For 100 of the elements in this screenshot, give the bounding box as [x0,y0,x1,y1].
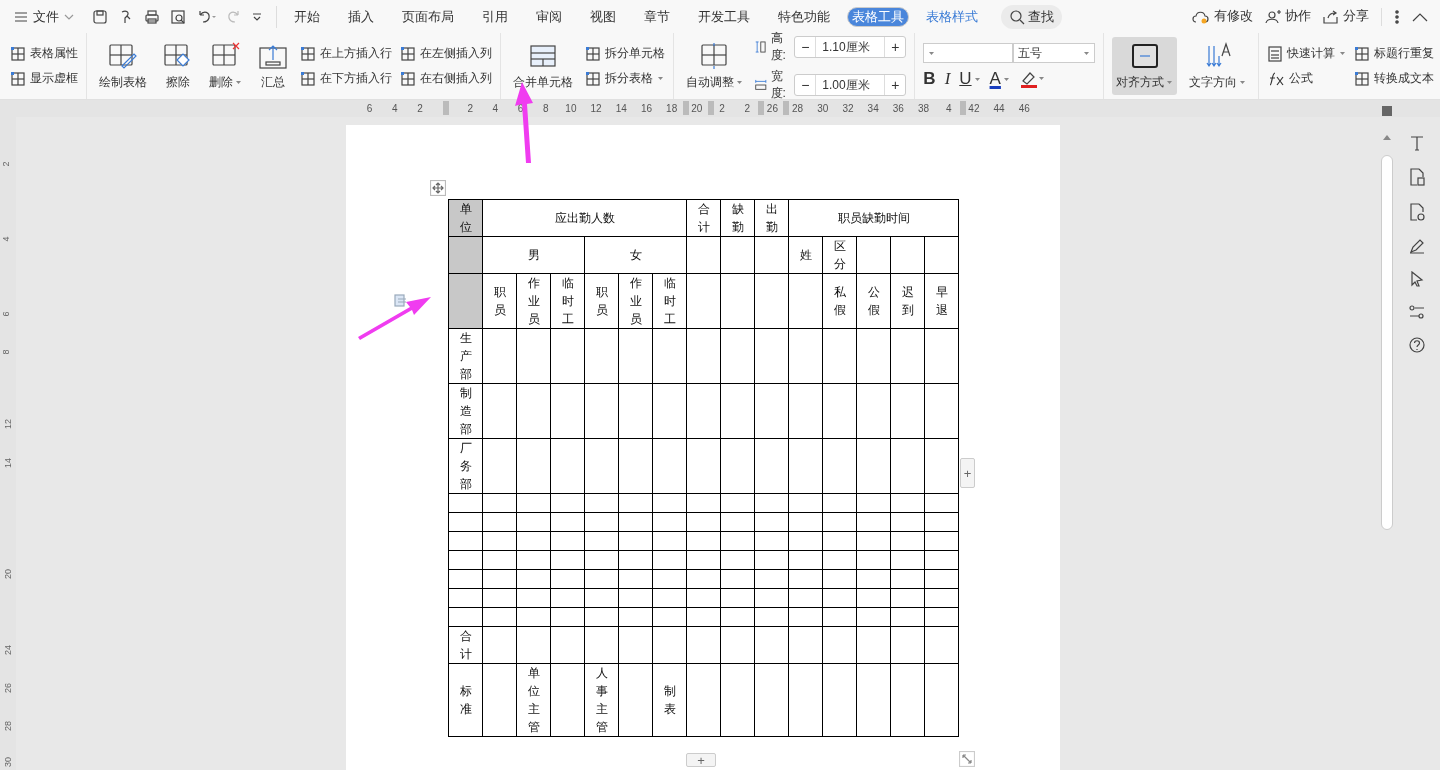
table-cell[interactable] [652,607,687,627]
table-cell[interactable] [890,531,925,551]
table-cell[interactable] [788,607,823,627]
menu-tab[interactable]: 特色功能 [767,4,841,29]
table-cell[interactable] [720,273,755,329]
table-cell[interactable] [788,550,823,570]
table-cell[interactable] [686,531,721,551]
table-cell[interactable] [856,626,891,664]
ribbon-button[interactable]: 在下方插入行 [300,70,392,87]
table-cell[interactable] [788,626,823,664]
table-cell[interactable] [482,493,517,513]
table-cell[interactable] [584,607,619,627]
table-cell[interactable] [550,607,585,627]
text-icon[interactable] [1409,135,1425,151]
table-cell[interactable] [448,493,483,513]
table-cell[interactable] [856,607,891,627]
cursor-icon[interactable] [1409,271,1425,287]
table-cell[interactable] [788,438,823,494]
table-cell[interactable] [754,550,789,570]
table-cell[interactable] [584,531,619,551]
more-icon[interactable] [1394,9,1400,24]
decrease-button[interactable]: − [795,39,816,55]
table-cell[interactable] [720,550,755,570]
ribbon-button[interactable]: 表格属性 [10,45,78,62]
table-cell[interactable] [924,236,959,274]
table-cell[interactable]: 合计 [448,626,483,664]
scrollbar-thumb[interactable] [1381,155,1393,530]
decrease-button[interactable]: − [795,77,816,93]
table-cell[interactable] [584,493,619,513]
table-cell[interactable] [720,328,755,384]
print-preview-icon[interactable] [170,8,186,25]
ruler-marker[interactable] [443,101,449,115]
table-cell[interactable] [788,383,823,439]
table-cell[interactable] [924,531,959,551]
table-cell[interactable] [754,493,789,513]
ribbon-button[interactable]: 在左侧插入列 [400,45,492,62]
ribbon-button[interactable]: 拆分表格 [585,70,665,87]
ruler-marker[interactable] [683,101,689,115]
highlighter-icon[interactable] [1018,70,1045,88]
menu-tab[interactable]: 开发工具 [687,4,761,29]
menu-tab[interactable]: 插入 [337,4,385,29]
table-cell[interactable] [652,531,687,551]
table-cell[interactable] [448,236,483,274]
table-cell[interactable] [516,550,551,570]
table-cell[interactable] [924,569,959,589]
table-cell[interactable] [482,383,517,439]
ribbon-button[interactable]: 擦除 [159,37,197,95]
menu-tab[interactable]: 页面布局 [391,4,465,29]
table-cell[interactable] [550,438,585,494]
table-cell[interactable] [856,328,891,384]
table-cell[interactable] [890,550,925,570]
table-cell[interactable] [618,663,653,737]
table-cell[interactable]: 公假 [856,273,891,329]
menu-tab[interactable]: 开始 [283,4,331,29]
table-cell[interactable] [550,663,585,737]
table-cell[interactable] [482,550,517,570]
table-cell[interactable] [720,607,755,627]
table-cell[interactable] [822,588,857,608]
table-cell[interactable] [924,493,959,513]
table-cell[interactable] [550,493,585,513]
table-cell[interactable] [856,383,891,439]
table-cell[interactable] [924,328,959,384]
table-cell[interactable] [652,512,687,532]
table-cell[interactable] [822,569,857,589]
table-cell[interactable] [652,626,687,664]
search-button[interactable]: 查找 [1001,4,1062,29]
table-cell[interactable] [550,569,585,589]
table-cell[interactable] [618,531,653,551]
help-icon[interactable] [1409,337,1425,353]
menu-tab[interactable]: 审阅 [525,4,573,29]
menu-tab[interactable]: 引用 [471,4,519,29]
table-cell[interactable] [890,438,925,494]
table-cell[interactable] [924,383,959,439]
table-cell[interactable] [890,328,925,384]
table-cell[interactable] [584,438,619,494]
table-cell[interactable] [754,569,789,589]
table-cell[interactable] [720,438,755,494]
table-cell[interactable] [550,550,585,570]
table-cell[interactable] [788,569,823,589]
table-cell[interactable] [686,512,721,532]
table-cell[interactable] [618,328,653,384]
table-cell[interactable] [482,607,517,627]
ribbon-button[interactable]: 对齐方式 [1112,37,1178,95]
ribbon-button[interactable]: 在上方插入行 [300,45,392,62]
table-cell[interactable] [618,438,653,494]
table-cell[interactable]: 区分 [822,236,857,274]
ribbon-button[interactable]: 快速计算 [1267,45,1347,62]
table-cell[interactable] [720,626,755,664]
table-cell[interactable] [754,273,789,329]
table-cell[interactable] [516,383,551,439]
ribbon-button[interactable]: 删除 [205,37,246,95]
collapse-icon[interactable] [1412,11,1428,22]
table-cell[interactable] [754,663,789,737]
menu-tab[interactable]: 表格工具 [847,6,909,27]
menu-tab[interactable]: 章节 [633,4,681,29]
table-cell[interactable]: 作业员 [618,273,653,329]
pen-icon[interactable] [1409,238,1425,254]
table-cell[interactable] [482,531,517,551]
file-menu[interactable]: 文件 [14,7,74,26]
table-cell[interactable] [516,569,551,589]
